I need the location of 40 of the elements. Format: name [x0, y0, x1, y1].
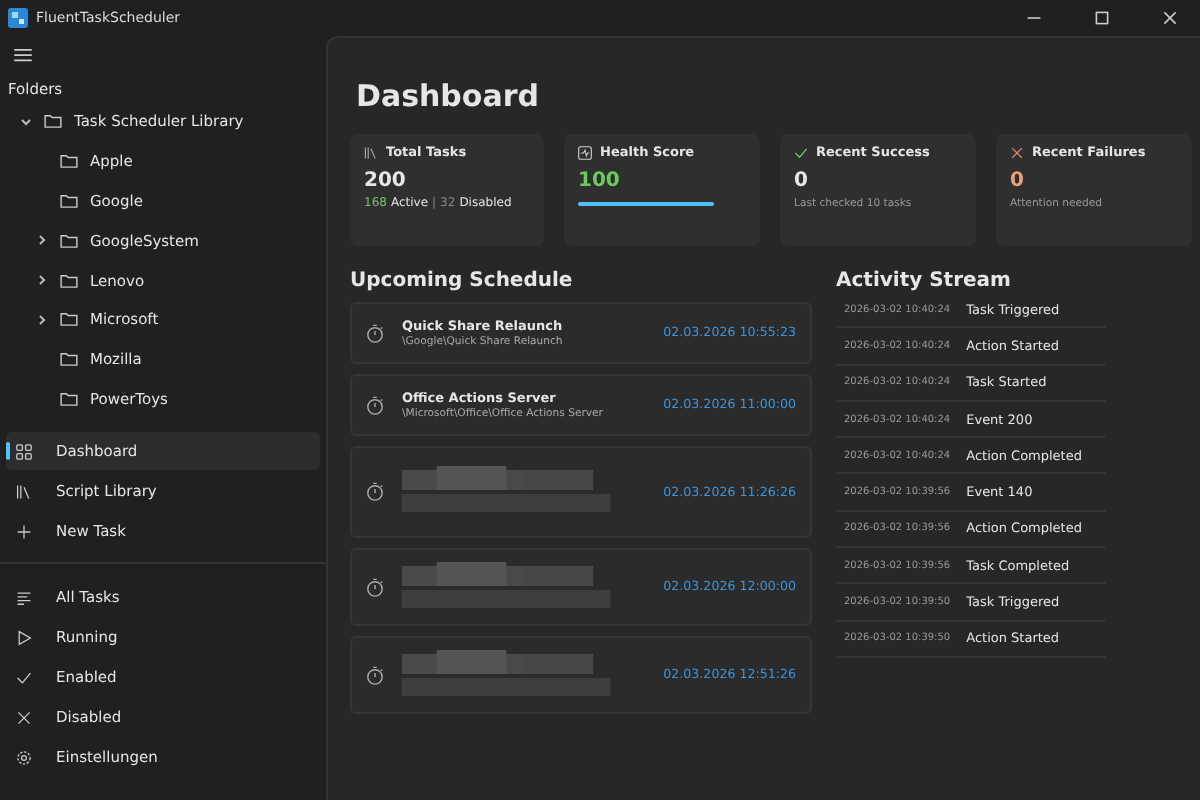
folder-icon: [60, 193, 78, 208]
play-icon: [16, 629, 32, 645]
stopwatch-icon: [366, 482, 384, 502]
folder-icon: [60, 352, 78, 367]
check-icon: [16, 669, 32, 685]
folder-icon: [60, 391, 78, 406]
settings-icon: [16, 749, 32, 765]
list-icon: [16, 589, 32, 605]
menu-icon[interactable]: [14, 48, 32, 62]
close-icon: [1010, 145, 1024, 159]
folder-icon: [60, 273, 78, 288]
folder-icon: [44, 114, 62, 129]
books-icon: [364, 145, 378, 159]
stopwatch-icon: [366, 395, 384, 415]
close-icon: [16, 709, 32, 725]
app-logo-icon: [8, 8, 28, 28]
card-value: 200: [364, 170, 408, 192]
page-heading: Dashboard: [356, 78, 541, 114]
section-heading: Activity Stream: [836, 270, 1013, 292]
chevron-icon[interactable]: [36, 274, 48, 287]
stopwatch-icon: [366, 577, 384, 597]
stopwatch-icon: [366, 665, 384, 685]
folder-icon: [60, 233, 78, 248]
card-value: 100: [578, 170, 622, 192]
section-heading: Upcoming Schedule: [350, 270, 575, 292]
card-value: 0: [794, 170, 810, 192]
stopwatch-icon: [366, 323, 384, 343]
grid-icon: [16, 443, 32, 459]
check-icon: [794, 145, 808, 159]
maximize-icon[interactable]: [1094, 10, 1110, 26]
chevron-icon[interactable]: [20, 115, 32, 128]
folder-icon: [60, 312, 78, 327]
chevron-icon[interactable]: [36, 234, 48, 247]
close-icon[interactable]: [1162, 10, 1178, 26]
plus-icon: [16, 523, 32, 539]
pulse-icon: [578, 145, 592, 159]
chevron-icon[interactable]: [36, 313, 48, 326]
folder-icon: [60, 154, 78, 169]
card-value: 0: [1010, 170, 1026, 192]
books-icon: [16, 483, 32, 499]
